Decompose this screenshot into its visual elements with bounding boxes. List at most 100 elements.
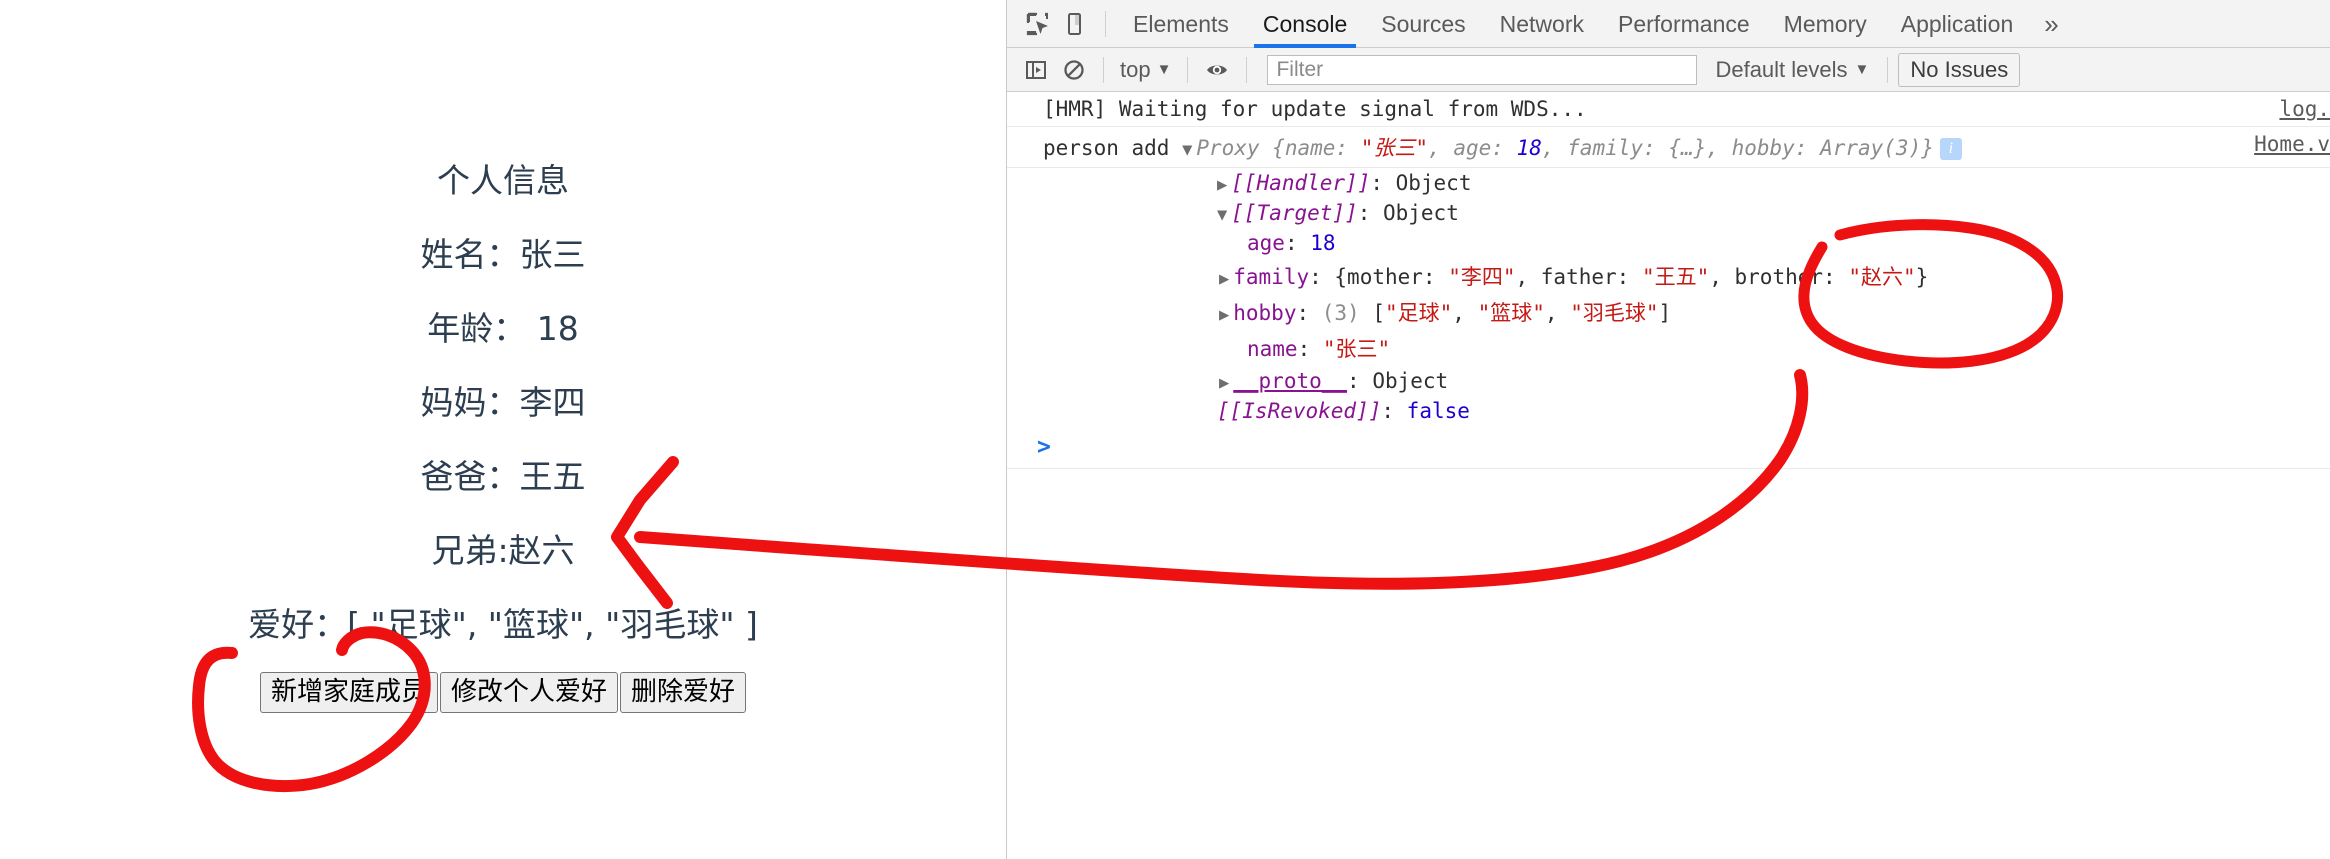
tree-row-target[interactable]: ▼ [[Target]]: Object bbox=[1007, 198, 2330, 228]
age-value: 18 bbox=[1310, 231, 1336, 255]
proto-key: __proto__ bbox=[1233, 369, 1348, 393]
brother-key: , brother: bbox=[1709, 265, 1849, 289]
console-message-person-add: person add ▼ Proxy {name: "张三", age: 18, … bbox=[1007, 127, 2330, 168]
target-key: [[Target]] bbox=[1231, 201, 1358, 225]
preview-hobby-key: hobby: bbox=[1731, 136, 1808, 160]
preview-age-key: age: bbox=[1453, 136, 1504, 160]
preview-family-value: {…} bbox=[1668, 136, 1707, 160]
filter-input[interactable] bbox=[1267, 54, 1698, 85]
console-toolbar-divider-4 bbox=[1887, 56, 1889, 83]
source-link-home[interactable]: Home.v bbox=[2254, 132, 2330, 156]
edit-hobby-button[interactable]: 修改个人爱好 bbox=[439, 672, 618, 713]
device-toolbar-icon[interactable] bbox=[1057, 5, 1095, 43]
mother-key: mother: bbox=[1347, 265, 1449, 289]
console-prompt-row[interactable]: > bbox=[1007, 426, 2330, 469]
preview-age-value: 18 bbox=[1516, 136, 1542, 160]
collapse-triangle-icon[interactable]: ▶ bbox=[1219, 373, 1229, 393]
expand-triangle-icon[interactable]: ▼ bbox=[1182, 140, 1192, 160]
hmr-message-text: [HMR] Waiting for update signal from WDS… bbox=[1043, 97, 1587, 121]
name-key: name bbox=[1247, 337, 1298, 361]
console-message-hmr: [HMR] Waiting for update signal from WDS… bbox=[1007, 92, 2330, 127]
execution-context-select[interactable]: top ▼ bbox=[1114, 57, 1177, 83]
tree-row-age: age: 18 bbox=[1007, 228, 2330, 258]
issues-button[interactable]: No Issues bbox=[1898, 52, 2021, 87]
tab-application[interactable]: Application bbox=[1884, 0, 2031, 48]
delete-hobby-button[interactable]: 删除爱好 bbox=[620, 672, 747, 713]
log-levels-select[interactable]: Default levels ▼ bbox=[1707, 57, 1877, 83]
handler-key: [[Handler]] bbox=[1231, 171, 1371, 195]
prompt-caret-icon: > bbox=[1037, 434, 1051, 460]
is-revoked-separator: : bbox=[1381, 399, 1407, 423]
console-output[interactable]: [HMR] Waiting for update signal from WDS… bbox=[1007, 92, 2330, 859]
tab-console[interactable]: Console bbox=[1246, 0, 1364, 48]
hobby-comma-1: , bbox=[1452, 301, 1478, 325]
expand-triangle-icon[interactable]: ▼ bbox=[1217, 205, 1227, 225]
tab-sources[interactable]: Sources bbox=[1364, 0, 1482, 48]
add-family-member-button[interactable]: 新增家庭成员 bbox=[259, 672, 438, 713]
preview-hobby-value: Array(3) bbox=[1820, 136, 1922, 160]
console-toolbar-divider-2 bbox=[1187, 56, 1189, 83]
source-link-log[interactable]: log. bbox=[2279, 97, 2330, 121]
collapse-triangle-icon[interactable]: ▶ bbox=[1217, 175, 1227, 195]
preview-name-value: "张三" bbox=[1360, 136, 1429, 160]
tree-row-handler[interactable]: ▶ [[Handler]]: Object bbox=[1007, 168, 2330, 198]
collapse-triangle-icon[interactable]: ▶ bbox=[1219, 305, 1229, 325]
preview-name-key: name: bbox=[1284, 136, 1349, 160]
hobby-item-3: "羽毛球" bbox=[1570, 301, 1659, 325]
family-open: : { bbox=[1309, 265, 1348, 289]
app-root: 个人信息 姓名：张三 年龄： 18 妈妈：李四 爸爸：王五 兄弟:赵六 爱好：[… bbox=[0, 0, 2330, 859]
chevron-down-icon: ▼ bbox=[1854, 61, 1870, 78]
hobby-open: [ bbox=[1372, 301, 1385, 325]
info-row-mother: 妈妈：李四 bbox=[420, 383, 586, 422]
execution-context-label: top bbox=[1120, 56, 1151, 82]
father-value: "王五" bbox=[1641, 265, 1710, 289]
tab-network[interactable]: Network bbox=[1483, 0, 1601, 48]
console-toolbar-divider-3 bbox=[1246, 56, 1248, 83]
console-toolbar: top ▼ Default levels ▼ No Issues bbox=[1007, 48, 2330, 92]
tree-row-name: name: "张三" bbox=[1007, 330, 2330, 366]
toolbar-divider bbox=[1105, 10, 1106, 37]
tree-row-proto[interactable]: ▶ __proto__: Object bbox=[1007, 366, 2330, 396]
tab-memory[interactable]: Memory bbox=[1767, 0, 1884, 48]
info-row-brother: 兄弟:赵六 bbox=[431, 531, 575, 570]
info-row-name: 姓名：张三 bbox=[420, 235, 586, 274]
info-row-age: 年龄： 18 bbox=[427, 309, 579, 348]
page-title: 个人信息 bbox=[437, 161, 569, 200]
target-value: : Object bbox=[1357, 201, 1459, 225]
hobby-count: (3) bbox=[1321, 301, 1373, 325]
hobby-key: hobby bbox=[1233, 301, 1297, 325]
tab-elements[interactable]: Elements bbox=[1116, 0, 1246, 48]
info-row-hobby: 爱好：[ "足球", "篮球", "羽毛球" ] bbox=[248, 605, 758, 644]
hobby-item-1: "足球" bbox=[1385, 301, 1453, 325]
tab-performance[interactable]: Performance bbox=[1601, 0, 1767, 48]
tree-row-family[interactable]: ▶ family: {mother: "李四", father: "王五", br… bbox=[1007, 258, 2330, 294]
devtools-panel: Elements Console Sources Network Perform… bbox=[1007, 0, 2330, 859]
hobby-comma-2: , bbox=[1544, 301, 1571, 325]
live-expression-icon[interactable] bbox=[1198, 51, 1236, 89]
brother-value: "赵六" bbox=[1848, 265, 1916, 289]
hobby-item-2: "篮球" bbox=[1477, 301, 1545, 325]
more-tabs-icon[interactable]: » bbox=[2030, 0, 2072, 48]
console-toolbar-divider-1 bbox=[1103, 56, 1104, 83]
proto-value: : Object bbox=[1347, 369, 1449, 393]
info-badge-icon[interactable]: i bbox=[1939, 138, 1962, 160]
hobby-separator: : bbox=[1296, 301, 1322, 325]
collapse-triangle-icon[interactable]: ▶ bbox=[1219, 269, 1229, 289]
tree-row-is-revoked: [[IsRevoked]]: false bbox=[1007, 396, 2330, 426]
mother-value: "李四" bbox=[1448, 265, 1516, 289]
is-revoked-key: [[IsRevoked]] bbox=[1217, 399, 1382, 423]
log-levels-label: Default levels bbox=[1715, 56, 1848, 82]
hobby-close: ] bbox=[1658, 301, 1672, 325]
proxy-type-label: Proxy bbox=[1196, 136, 1273, 160]
devtools-tabbar: Elements Console Sources Network Perform… bbox=[1007, 0, 2330, 48]
action-button-row: 新增家庭成员 修改个人爱好 删除爱好 bbox=[0, 672, 1006, 713]
name-value: "张三" bbox=[1322, 337, 1391, 361]
age-key: age bbox=[1247, 231, 1285, 255]
inspect-element-icon[interactable] bbox=[1019, 5, 1057, 43]
web-page-pane: 个人信息 姓名：张三 年龄： 18 妈妈：李四 爸爸：王五 兄弟:赵六 爱好：[… bbox=[0, 0, 1007, 859]
console-sidebar-icon[interactable] bbox=[1017, 51, 1055, 89]
family-key: family bbox=[1233, 265, 1310, 289]
age-separator: : bbox=[1284, 231, 1311, 255]
tree-row-hobby[interactable]: ▶ hobby: (3) ["足球", "篮球", "羽毛球"] bbox=[1007, 294, 2330, 330]
clear-console-icon[interactable] bbox=[1055, 51, 1093, 89]
